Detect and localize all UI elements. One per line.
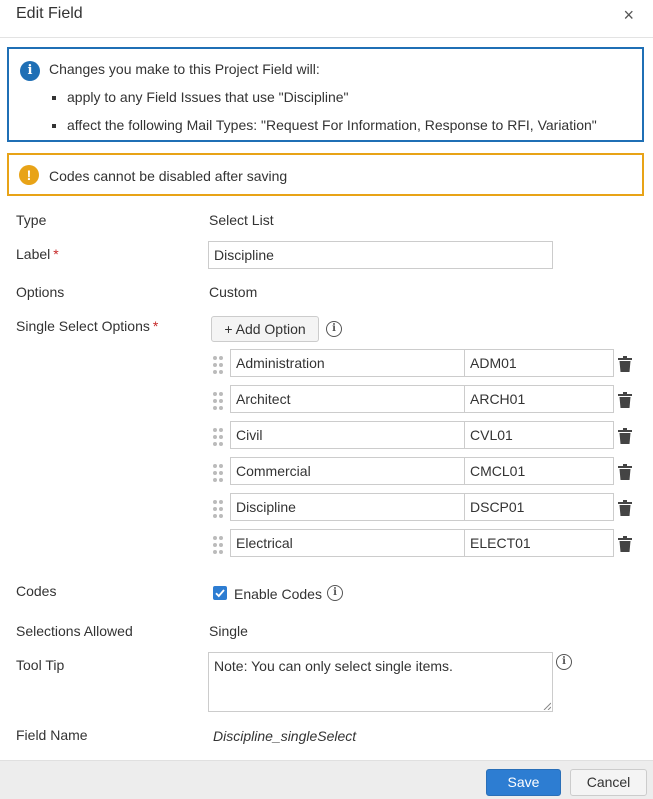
option-code-input[interactable]: ARCH01	[464, 385, 614, 413]
info-circle-icon[interactable]: i	[556, 654, 572, 670]
enable-codes-checkbox[interactable]	[213, 586, 227, 600]
option-row: Administration ADM01	[213, 349, 638, 379]
check-icon	[215, 589, 225, 598]
option-code-input[interactable]: CMCL01	[464, 457, 614, 485]
enable-codes-label[interactable]: Enable Codes	[234, 586, 322, 602]
option-name-input[interactable]: Discipline	[230, 493, 465, 521]
selections-allowed-value: Single	[209, 623, 248, 639]
info-circle-icon[interactable]: i	[327, 585, 343, 601]
options-label: Options	[16, 284, 65, 300]
info-text: Changes you make to this Project Field w…	[49, 61, 320, 77]
option-row: Commercial CMCL01	[213, 457, 638, 487]
field-name-value: Discipline_singleSelect	[213, 728, 357, 744]
options-value: Custom	[209, 284, 258, 300]
info-bullet: apply to any Field Issues that use "Disc…	[52, 89, 349, 105]
info-icon: i	[20, 61, 40, 81]
trash-icon[interactable]	[618, 428, 632, 444]
info-notice: i Changes you make to this Project Field…	[7, 47, 644, 142]
selections-allowed-label: Selections Allowed	[16, 623, 133, 639]
option-name-input[interactable]: Administration	[230, 349, 465, 377]
drag-handle-icon[interactable]	[213, 428, 225, 446]
warning-text: Codes cannot be disabled after saving	[49, 168, 288, 184]
single-select-options-label: Single Select Options *	[16, 318, 159, 334]
drag-handle-icon[interactable]	[213, 356, 225, 374]
trash-icon[interactable]	[618, 536, 632, 552]
option-code-input[interactable]: DSCP01	[464, 493, 614, 521]
option-name-input[interactable]: Civil	[230, 421, 465, 449]
required-marker: *	[53, 246, 59, 262]
cancel-button[interactable]: Cancel	[570, 769, 647, 796]
option-code-input[interactable]: CVL01	[464, 421, 614, 449]
field-name-label: Field Name	[16, 727, 88, 743]
trash-icon[interactable]	[618, 356, 632, 372]
tooltip-text: Note: You can only select single items.	[214, 658, 453, 674]
codes-label: Codes	[16, 583, 57, 599]
required-marker: *	[152, 318, 159, 334]
drag-handle-icon[interactable]	[213, 464, 225, 482]
drag-handle-icon[interactable]	[213, 536, 225, 554]
type-value: Select List	[209, 212, 274, 228]
drag-handle-icon[interactable]	[213, 392, 225, 410]
option-name-input[interactable]: Architect	[230, 385, 465, 413]
save-button[interactable]: Save	[486, 769, 561, 796]
option-row: Architect ARCH01	[213, 385, 638, 415]
option-name-input[interactable]: Commercial	[230, 457, 465, 485]
option-code-input[interactable]: ADM01	[464, 349, 614, 377]
option-row: Discipline DSCP01	[213, 493, 638, 523]
warning-icon: !	[19, 165, 39, 185]
tooltip-label: Tool Tip	[16, 657, 65, 673]
warning-notice: ! Codes cannot be disabled after saving	[7, 153, 644, 196]
option-row: Electrical ELECT01	[213, 529, 638, 559]
add-option-button[interactable]: + Add Option	[211, 316, 319, 342]
trash-icon[interactable]	[618, 500, 632, 516]
option-row: Civil CVL01	[213, 421, 638, 451]
option-code-input[interactable]: ELECT01	[464, 529, 614, 557]
label-label: Label *	[16, 246, 59, 262]
trash-icon[interactable]	[618, 392, 632, 408]
dialog-footer: Save Cancel	[0, 760, 653, 799]
option-name-input[interactable]: Electrical	[230, 529, 465, 557]
dialog-header: Edit Field ×	[0, 0, 653, 38]
tooltip-textarea[interactable]: Note: You can only select single items.	[208, 652, 553, 712]
resize-handle-icon[interactable]	[543, 702, 551, 710]
drag-handle-icon[interactable]	[213, 500, 225, 518]
trash-icon[interactable]	[618, 464, 632, 480]
type-label: Type	[16, 212, 47, 228]
close-icon[interactable]: ×	[623, 5, 634, 26]
dialog-title: Edit Field	[16, 5, 83, 22]
info-circle-icon[interactable]: i	[326, 321, 342, 337]
info-bullet: affect the following Mail Types: "Reques…	[52, 117, 597, 133]
label-input[interactable]: Discipline	[208, 241, 553, 269]
